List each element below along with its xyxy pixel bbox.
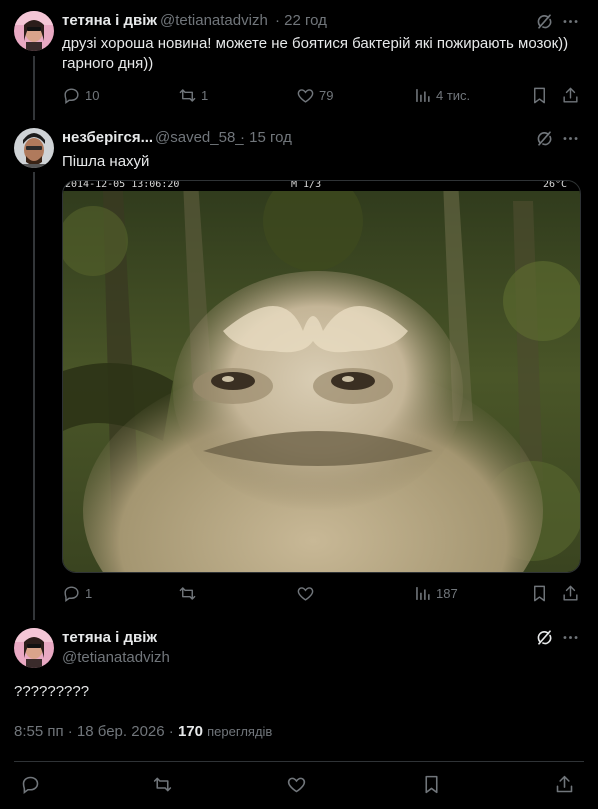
repost-icon bbox=[178, 86, 197, 105]
more-icon[interactable] bbox=[561, 628, 580, 652]
avatar-tetiana[interactable] bbox=[14, 11, 54, 51]
reply-icon bbox=[62, 584, 81, 603]
bookmark-button[interactable] bbox=[421, 774, 442, 795]
repost-button[interactable]: 1 bbox=[178, 86, 208, 105]
views-count: 4 тис. bbox=[436, 88, 471, 103]
author-name[interactable]: тетяна і двіж bbox=[62, 629, 157, 646]
tweet-1[interactable]: тетяна і двіж @tetianatadvizh · 22 год д… bbox=[0, 0, 598, 120]
share-button[interactable] bbox=[561, 86, 580, 105]
repost-icon bbox=[178, 584, 197, 603]
repost-count: 1 bbox=[201, 88, 209, 103]
like-button[interactable]: 79 bbox=[296, 86, 333, 105]
author-handle[interactable]: @tetianatadvizh bbox=[160, 12, 268, 29]
image-overlay-mode: M 1/3 bbox=[291, 180, 322, 190]
more-icon[interactable] bbox=[561, 129, 580, 153]
grok-icon[interactable] bbox=[535, 12, 554, 36]
like-icon bbox=[286, 774, 307, 795]
share-icon bbox=[554, 774, 575, 795]
views-button[interactable]: 4 тис. bbox=[413, 86, 470, 105]
like-icon bbox=[296, 584, 315, 603]
like-count: 79 bbox=[319, 88, 334, 103]
repost-button[interactable] bbox=[178, 584, 197, 603]
views-label: переглядів bbox=[207, 724, 273, 739]
author-name[interactable]: тетяна і двіж bbox=[62, 12, 157, 29]
post-timestamp[interactable]: 8:55 пп · 18 бер. 2026 · bbox=[14, 723, 174, 740]
post-image[interactable]: 2014-12-05 13:06:20 M 1/3 26°C bbox=[62, 180, 581, 573]
bookmark-button[interactable] bbox=[530, 584, 549, 603]
post-meta: 8:55 пп · 18 бер. 2026 · 170 переглядів bbox=[14, 723, 272, 740]
share-button[interactable] bbox=[554, 774, 575, 795]
share-icon bbox=[561, 584, 580, 603]
reply-button[interactable] bbox=[20, 774, 41, 795]
divider bbox=[14, 761, 584, 762]
reply-button[interactable]: 1 bbox=[62, 584, 92, 603]
bookmark-icon bbox=[530, 584, 549, 603]
post-time[interactable]: · 22 год bbox=[275, 12, 327, 29]
repost-icon bbox=[152, 774, 173, 795]
thread-line-1 bbox=[33, 56, 35, 120]
avatar-saved58[interactable] bbox=[14, 128, 54, 168]
author-handle[interactable]: @tetianatadvizh bbox=[62, 649, 170, 666]
avatar-tetiana[interactable] bbox=[14, 628, 54, 668]
bookmark-icon bbox=[530, 86, 549, 105]
post-text-line-2: гарного дня)) bbox=[62, 55, 154, 72]
views-button[interactable]: 187 bbox=[413, 584, 458, 603]
post-text-line-1: друзі хороша новина! можете не боятися б… bbox=[62, 35, 569, 52]
more-icon[interactable] bbox=[561, 12, 580, 36]
image-overlay-temp: 26°C bbox=[543, 180, 568, 190]
share-icon bbox=[561, 86, 580, 105]
grok-icon[interactable] bbox=[535, 628, 554, 652]
like-button[interactable] bbox=[286, 774, 307, 795]
post-time[interactable]: · 15 год bbox=[240, 129, 292, 146]
bookmark-button[interactable] bbox=[530, 86, 549, 105]
like-button[interactable] bbox=[296, 584, 315, 603]
tweet-2[interactable]: незберігся... @saved_58_ · 15 год Пішла … bbox=[0, 120, 598, 620]
bookmark-icon bbox=[421, 774, 442, 795]
views-count: 170 bbox=[177, 723, 203, 740]
reply-icon bbox=[62, 86, 81, 105]
reply-icon bbox=[20, 774, 41, 795]
like-icon bbox=[296, 86, 315, 105]
post-text: ????????? bbox=[14, 683, 90, 700]
reply-count: 10 bbox=[85, 88, 100, 103]
main-tweet: тетяна і двіж @tetianatadvizh ????????? … bbox=[0, 620, 598, 809]
image-overlay-datetime: 2014-12-05 13:06:20 bbox=[65, 180, 180, 190]
author-name[interactable]: незберігся... bbox=[62, 129, 153, 146]
grok-icon[interactable] bbox=[535, 129, 554, 153]
views-icon bbox=[413, 584, 432, 603]
thread-line-2 bbox=[33, 172, 35, 620]
reply-button[interactable]: 10 bbox=[62, 86, 99, 105]
monkey-photo bbox=[63, 181, 580, 572]
share-button[interactable] bbox=[561, 584, 580, 603]
repost-button[interactable] bbox=[152, 774, 173, 795]
views-count: 187 bbox=[436, 586, 458, 601]
reply-count: 1 bbox=[85, 586, 93, 601]
views-icon bbox=[413, 86, 432, 105]
post-text: Пішла нахуй bbox=[62, 153, 150, 170]
author-handle[interactable]: @saved_58_ bbox=[155, 129, 244, 146]
